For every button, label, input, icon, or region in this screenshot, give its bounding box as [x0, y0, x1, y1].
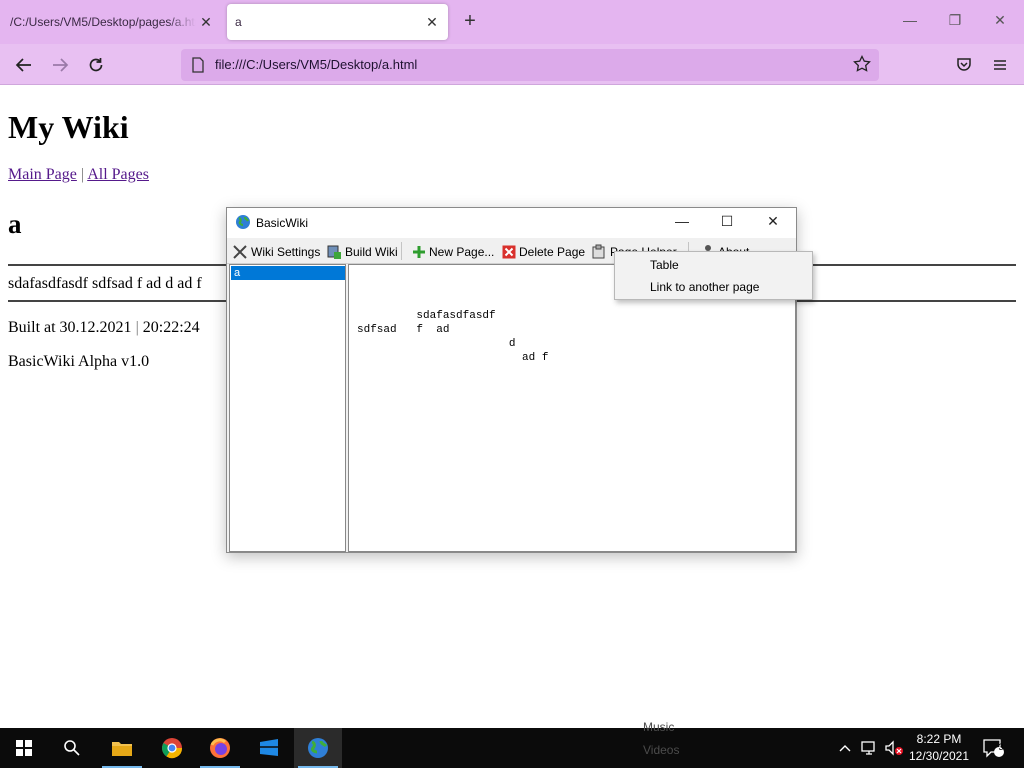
delete-icon [502, 245, 516, 259]
folder-icon [112, 742, 132, 756]
browser-nav-bar: file:///C:/Users/VM5/Desktop/a.html [0, 44, 1024, 85]
chrome-icon [162, 738, 183, 759]
url-text: file:///C:/Users/VM5/Desktop/a.html [215, 57, 418, 72]
menu-icon[interactable] [988, 53, 1012, 77]
browser-tab-bar: /C:/Users/VM5/Desktop/pages/a.html ✕ a ✕… [0, 0, 1024, 44]
app-title-bar[interactable]: BasicWiki — ☐ ✕ [227, 208, 796, 238]
editor-content: sdafasdfasdf sdfsad f ad d ad f [357, 310, 549, 364]
toolbar-separator [401, 242, 402, 260]
new-tab-button[interactable]: + [458, 10, 482, 34]
build-wiki-button[interactable]: Build Wiki [326, 242, 398, 262]
network-icon[interactable] [861, 728, 879, 768]
new-page-label: New Page... [429, 245, 495, 259]
close-tab-icon[interactable]: ✕ [422, 14, 442, 31]
close-icon[interactable]: ✕ [762, 213, 784, 233]
search-icon [64, 740, 80, 756]
wiki-settings-label: Wiki Settings [251, 245, 321, 259]
build-wiki-label: Build Wiki [345, 245, 398, 259]
page-body: sdafasdfasdf sdfsad f ad d ad f [8, 275, 202, 292]
new-page-button[interactable]: New Page... [412, 242, 494, 262]
tab-title: /C:/Users/VM5/Desktop/pages/a.html [10, 15, 196, 29]
file-explorer-button[interactable] [98, 728, 146, 768]
reload-icon[interactable] [84, 53, 108, 77]
basicwiki-taskbar-button[interactable] [294, 728, 342, 768]
tools-icon [233, 245, 247, 259]
ghost-music: Music [643, 720, 675, 734]
app-title: BasicWiki [256, 216, 309, 230]
build-date: Built at 30.12.2021 [8, 319, 132, 336]
clock-time: 8:22 PM [916, 732, 962, 746]
chevron-up-icon [839, 745, 851, 752]
page-list[interactable]: a [229, 264, 346, 552]
nav-separator: | [80, 166, 85, 183]
clock-date: 12/30/2021 [908, 749, 970, 763]
bookmark-star-icon[interactable] [853, 55, 871, 78]
app-window-icon [260, 739, 278, 756]
forward-icon[interactable] [48, 53, 72, 77]
chrome-button[interactable] [148, 728, 196, 768]
page-icon [191, 57, 205, 78]
tab-title: a [235, 15, 242, 29]
firefox-icon [210, 738, 230, 758]
all-pages-link[interactable]: All Pages [87, 166, 149, 183]
start-button[interactable] [0, 728, 48, 768]
restore-icon[interactable]: ❐ [945, 12, 965, 29]
firefox-button[interactable] [196, 728, 244, 768]
windows-icon [16, 740, 32, 756]
search-button[interactable] [48, 728, 96, 768]
page-title: a [8, 209, 22, 239]
pocket-icon[interactable] [952, 53, 976, 77]
maximize-icon[interactable]: ☐ [716, 213, 738, 233]
wiki-heading: My Wiki [8, 109, 129, 145]
globe-icon [235, 214, 251, 235]
ghost-videos: Videos [643, 743, 680, 757]
close-tab-icon[interactable]: ✕ [196, 14, 216, 31]
page-helper-icon [592, 244, 605, 259]
delete-page-button[interactable]: Delete Page [502, 242, 585, 262]
main-page-link[interactable]: Main Page [8, 166, 77, 183]
clock[interactable]: 8:22 PM 12/30/2021 [900, 731, 978, 765]
menu-item-table[interactable]: Table [617, 254, 812, 276]
notification-count: 3 [998, 742, 1004, 752]
delete-page-label: Delete Page [519, 245, 586, 259]
plus-icon [413, 246, 425, 258]
page-helper-menu: Table Link to another page [614, 251, 813, 300]
version-text: BasicWiki Alpha v1.0 [8, 353, 150, 370]
wiki-settings-button[interactable]: Wiki Settings [232, 242, 320, 262]
taskbar: Music Videos 8:22 PM 12/30/2021 3 [0, 720, 1024, 768]
list-item[interactable]: a [231, 266, 345, 280]
build-separator: | [135, 319, 139, 336]
minimize-icon[interactable]: — [900, 12, 920, 28]
menu-item-link[interactable]: Link to another page [617, 276, 812, 298]
wiki-nav: Main Page | All Pages [8, 166, 149, 184]
back-icon[interactable] [12, 53, 36, 77]
show-hidden-icons[interactable] [838, 728, 852, 768]
tab-pages-a[interactable]: /C:/Users/VM5/Desktop/pages/a.html ✕ [0, 4, 222, 40]
minimize-icon[interactable]: — [671, 213, 693, 233]
close-window-icon[interactable]: ✕ [990, 12, 1010, 29]
build-icon [327, 245, 341, 259]
build-info: Built at 30.12.2021 | 20:22:24 [8, 319, 200, 337]
build-time: 20:22:24 [142, 319, 200, 336]
page-editor[interactable]: sdafasdfasdf sdfsad f ad d ad f [348, 264, 796, 552]
notifications-button[interactable]: 3 [982, 728, 1004, 768]
blue-app-button[interactable] [245, 728, 293, 768]
url-bar[interactable]: file:///C:/Users/VM5/Desktop/a.html [181, 49, 879, 81]
globe-icon [308, 738, 328, 758]
tab-a[interactable]: a ✕ [227, 4, 448, 40]
